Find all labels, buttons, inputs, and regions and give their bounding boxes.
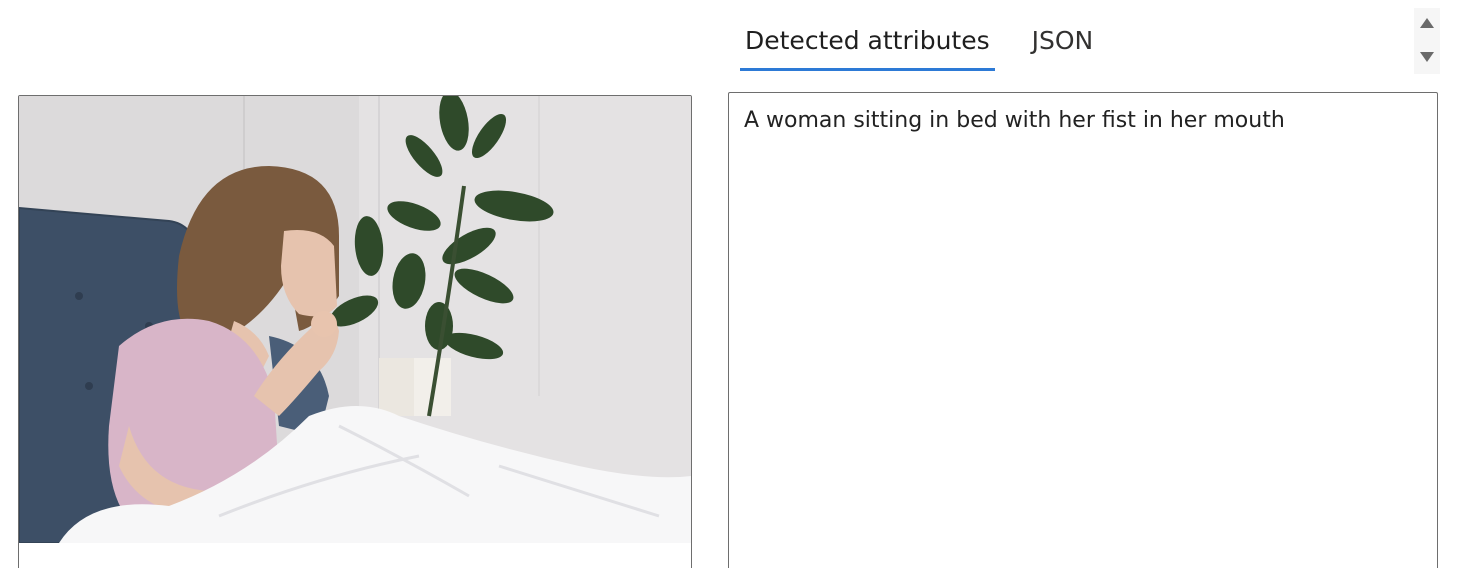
tab-scroller [1414,8,1440,74]
result-tabs: Detected attributes JSON [740,22,1098,72]
detected-attributes-panel: A woman sitting in bed with her fist in … [728,92,1438,568]
scroll-down-arrow-icon[interactable] [1420,52,1434,62]
page: Detected attributes JSON A woman sitting… [0,0,1468,568]
analyzed-image-card [18,95,692,568]
caption-text: A woman sitting in bed with her fist in … [744,108,1285,133]
tab-detected-attributes[interactable]: Detected attributes [740,22,995,71]
analyzed-image [19,96,691,543]
tab-json[interactable]: JSON [1027,22,1099,60]
scroll-up-arrow-icon[interactable] [1420,18,1434,28]
